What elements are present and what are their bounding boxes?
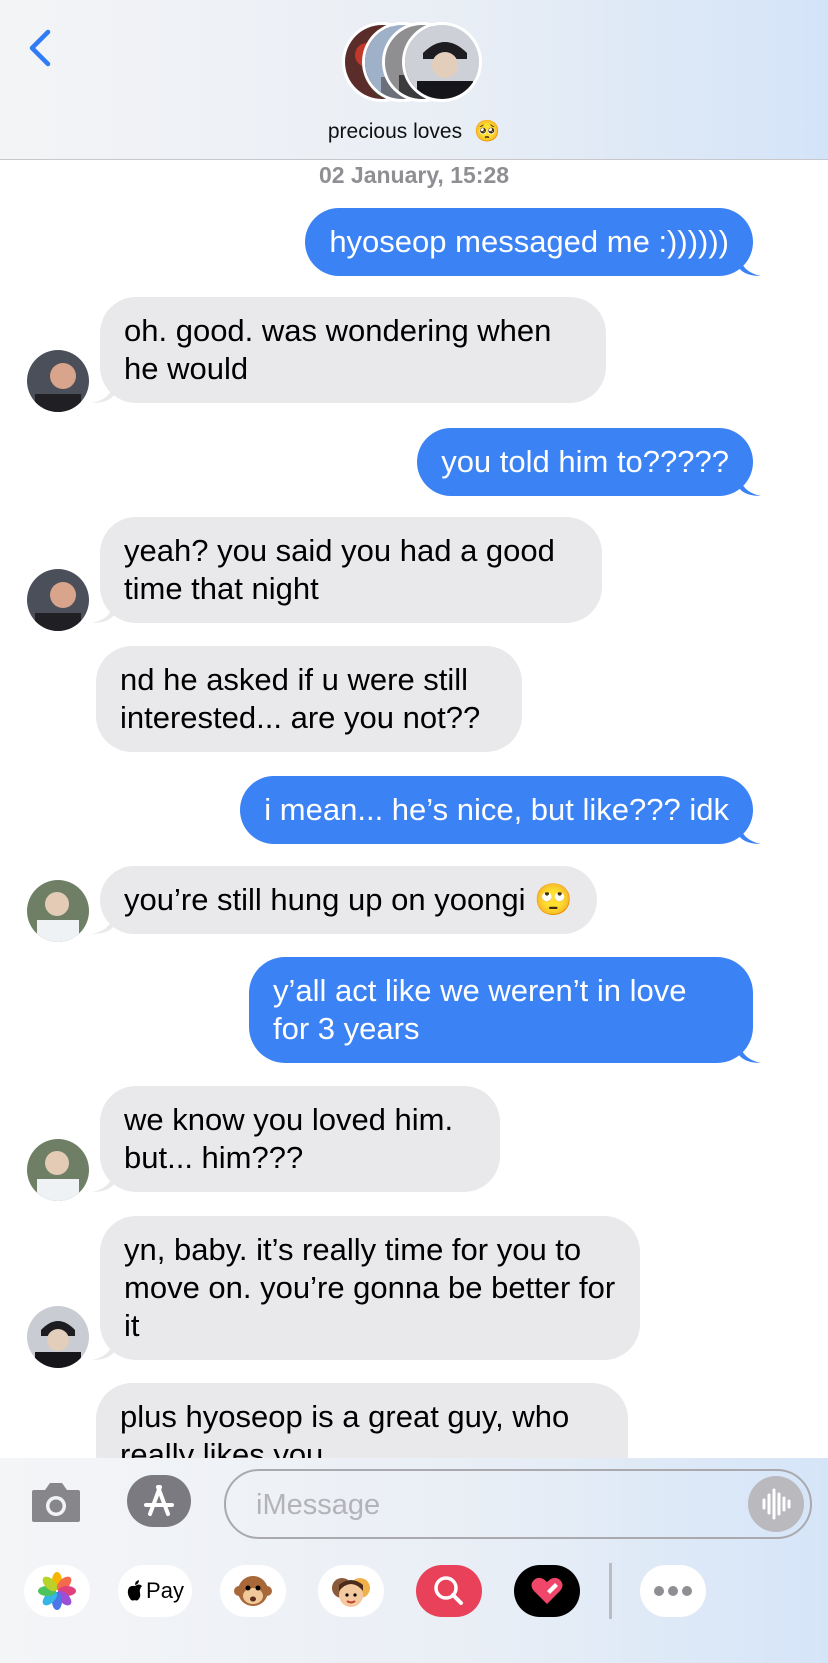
sender-avatar[interactable] — [27, 880, 89, 942]
photos-app-icon — [38, 1572, 76, 1610]
group-avatar-stack[interactable] — [342, 22, 488, 106]
audio-message-button[interactable] — [748, 1476, 804, 1532]
incoming-message-bubble[interactable]: nd he asked if u were still interested..… — [96, 646, 522, 752]
apple-pay-label: Pay — [146, 1578, 184, 1603]
group-name[interactable]: precious loves 🥺 — [0, 120, 828, 144]
bubble-tail — [739, 474, 761, 496]
bubble-tail — [739, 1041, 761, 1063]
app-drawer-divider — [609, 1563, 612, 1619]
app-store-button[interactable] — [126, 1474, 192, 1528]
bubble-tail — [92, 601, 114, 623]
back-button[interactable] — [22, 26, 62, 70]
bubble-tail — [92, 912, 114, 934]
sender-avatar[interactable] — [27, 1139, 89, 1201]
outgoing-message-bubble[interactable]: hyoseop messaged me :)))))) — [305, 208, 761, 276]
incoming-message-bubble[interactable]: yn, baby. it’s really time for you to mo… — [92, 1216, 640, 1360]
message-input[interactable]: iMessage — [224, 1469, 812, 1539]
apple-logo-icon — [127, 1580, 143, 1601]
app-store-icon — [127, 1475, 191, 1527]
more-apps-button[interactable] — [640, 1565, 706, 1617]
outgoing-message-bubble[interactable]: i mean... he’s nice, but like??? idk — [240, 776, 761, 844]
camera-icon — [32, 1483, 80, 1522]
incoming-message-bubble[interactable]: oh. good. was wondering when he would — [92, 297, 606, 403]
bubble-tail — [92, 381, 114, 403]
sender-avatar[interactable] — [27, 569, 89, 631]
group-member-avatar — [402, 22, 482, 102]
conversation-header: precious loves 🥺 — [0, 0, 828, 160]
bubble-tail — [92, 1338, 114, 1360]
digital-touch-app-icon — [531, 1577, 563, 1604]
audio-waveform-icon — [762, 1488, 791, 1520]
incoming-message-bubble[interactable]: yeah? you said you had a good time that … — [92, 517, 602, 623]
bubble-tail — [739, 822, 761, 844]
camera-button[interactable] — [30, 1478, 82, 1524]
apple-pay-app-button[interactable]: Pay — [118, 1565, 192, 1617]
message-placeholder: iMessage — [256, 1489, 381, 1521]
digital-touch-app-button[interactable] — [514, 1565, 580, 1617]
animoji-app-icon — [234, 1576, 272, 1606]
outgoing-message-bubble[interactable]: you told him to????? — [417, 428, 761, 496]
image-search-app-button[interactable] — [416, 1565, 482, 1617]
pleading-face-emoji: 🥺 — [473, 120, 501, 143]
memoji-stickers-app-icon — [332, 1578, 370, 1607]
incoming-message-bubble[interactable]: you’re still hung up on yoongi 🙄 — [92, 866, 597, 934]
chevron-left-icon — [29, 29, 51, 67]
thread-timestamp: 02 January, 15:28 — [318, 162, 510, 188]
photos-app-button[interactable] — [24, 1565, 90, 1617]
incoming-message-bubble[interactable]: we know you loved him. but... him??? — [92, 1086, 500, 1192]
sender-avatar[interactable] — [27, 350, 89, 412]
bubble-tail — [92, 1170, 114, 1192]
memoji-stickers-app-button[interactable] — [318, 1565, 384, 1617]
image-search-icon — [434, 1576, 463, 1605]
bubble-tail — [739, 254, 761, 276]
outgoing-message-bubble[interactable]: y’all act like we weren’t in love for 3 … — [249, 957, 761, 1063]
more-apps-icon — [654, 1586, 692, 1596]
sender-avatar[interactable] — [27, 1306, 89, 1368]
animoji-app-button[interactable] — [220, 1565, 286, 1617]
